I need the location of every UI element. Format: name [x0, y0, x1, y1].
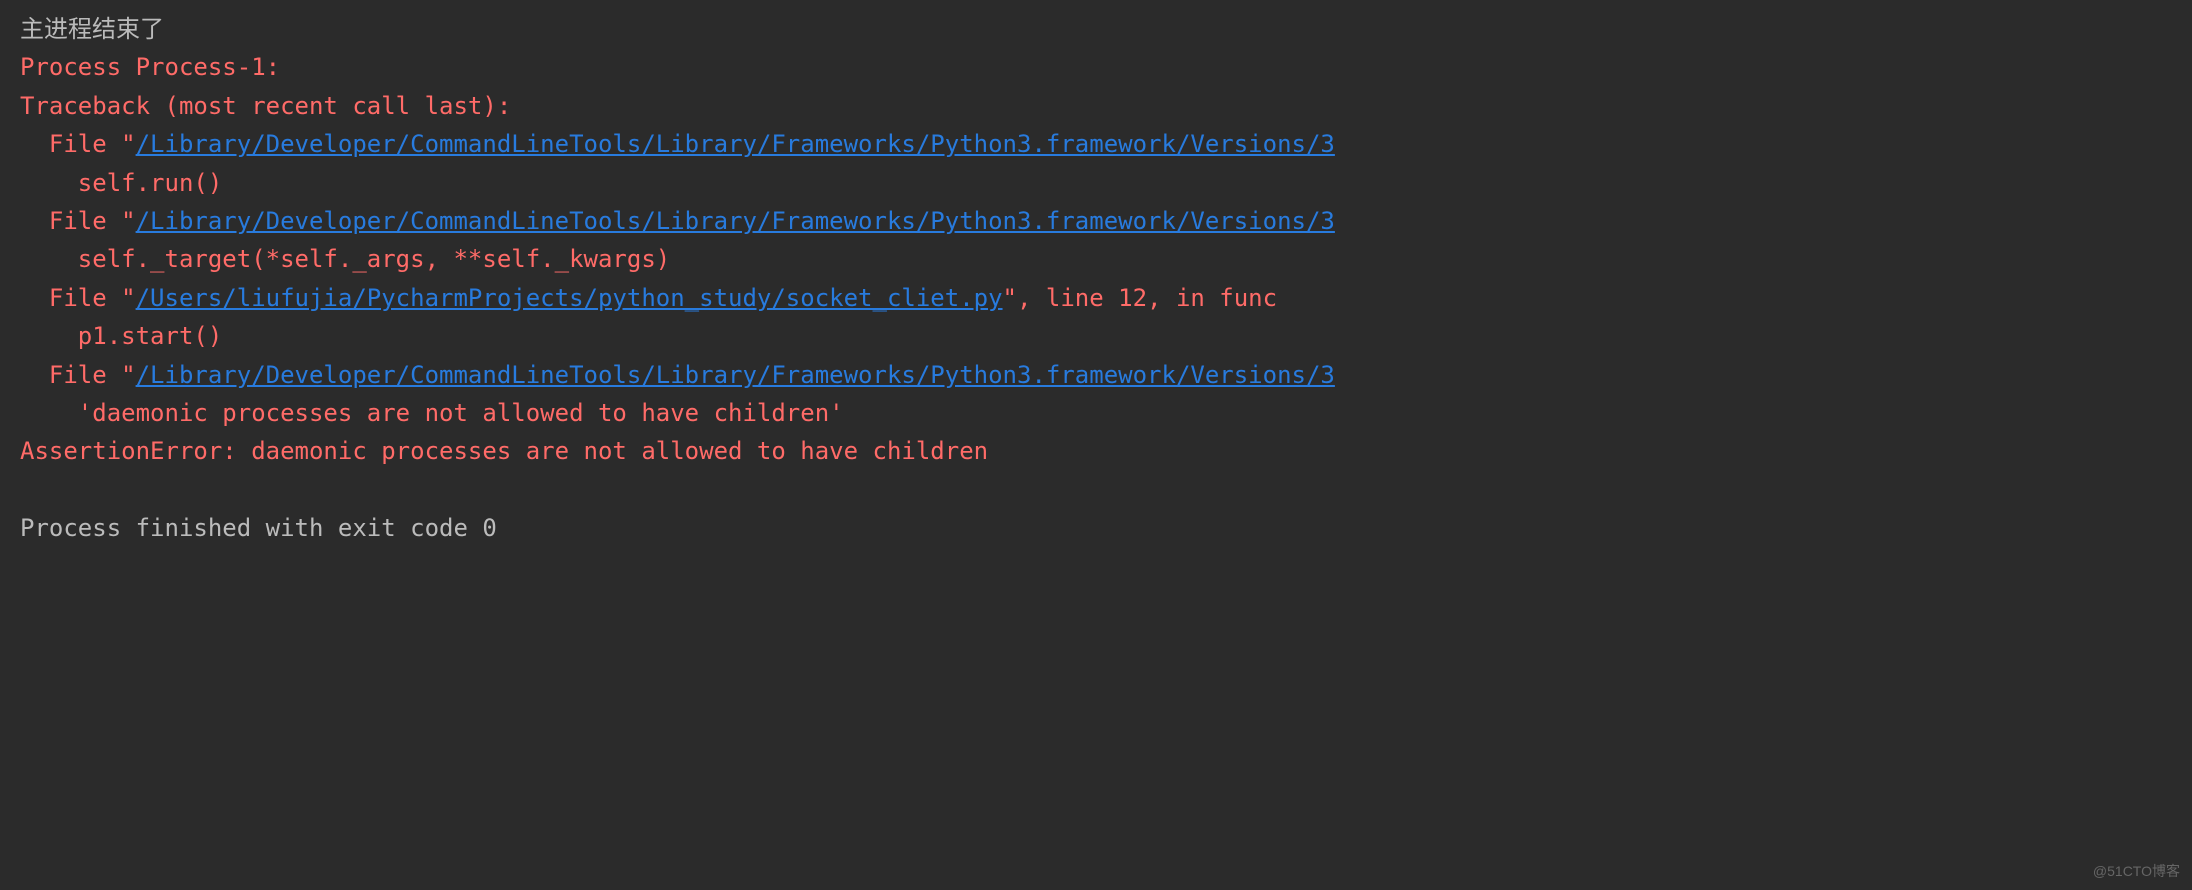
file-prefix: File " [49, 207, 136, 235]
traceback-header: Traceback (most recent call last): [20, 87, 2172, 125]
traceback-code: self._target(*self._args, **self._kwargs… [20, 240, 2172, 278]
file-path-link[interactable]: /Library/Developer/CommandLineTools/Libr… [136, 361, 1335, 389]
traceback-code: p1.start() [20, 317, 2172, 355]
file-suffix: ", line 12, in func [1003, 284, 1278, 312]
file-prefix: File " [49, 130, 136, 158]
file-path-link[interactable]: /Library/Developer/CommandLineTools/Libr… [136, 130, 1335, 158]
file-path-link[interactable]: /Library/Developer/CommandLineTools/Libr… [136, 207, 1335, 235]
traceback-code: self.run() [20, 164, 2172, 202]
file-prefix: File " [49, 284, 136, 312]
traceback-frame: File "/Library/Developer/CommandLineTool… [20, 356, 2172, 394]
traceback-frame: File "/Library/Developer/CommandLineTool… [20, 202, 2172, 240]
console-output-line: 主进程结束了 [20, 10, 2172, 48]
blank-line [20, 471, 2172, 509]
exit-code-line: Process finished with exit code 0 [20, 509, 2172, 547]
traceback-frame: File "/Users/liufujia/PycharmProjects/py… [20, 279, 2172, 317]
traceback-frame: File "/Library/Developer/CommandLineTool… [20, 125, 2172, 163]
assertion-error: AssertionError: daemonic processes are n… [20, 432, 2172, 470]
console-error-line: Process Process-1: [20, 48, 2172, 86]
file-path-link[interactable]: /Users/liufujia/PycharmProjects/python_s… [136, 284, 1003, 312]
watermark: @51CTO博客 [2093, 860, 2180, 882]
traceback-code: 'daemonic processes are not allowed to h… [20, 394, 2172, 432]
file-prefix: File " [49, 361, 136, 389]
